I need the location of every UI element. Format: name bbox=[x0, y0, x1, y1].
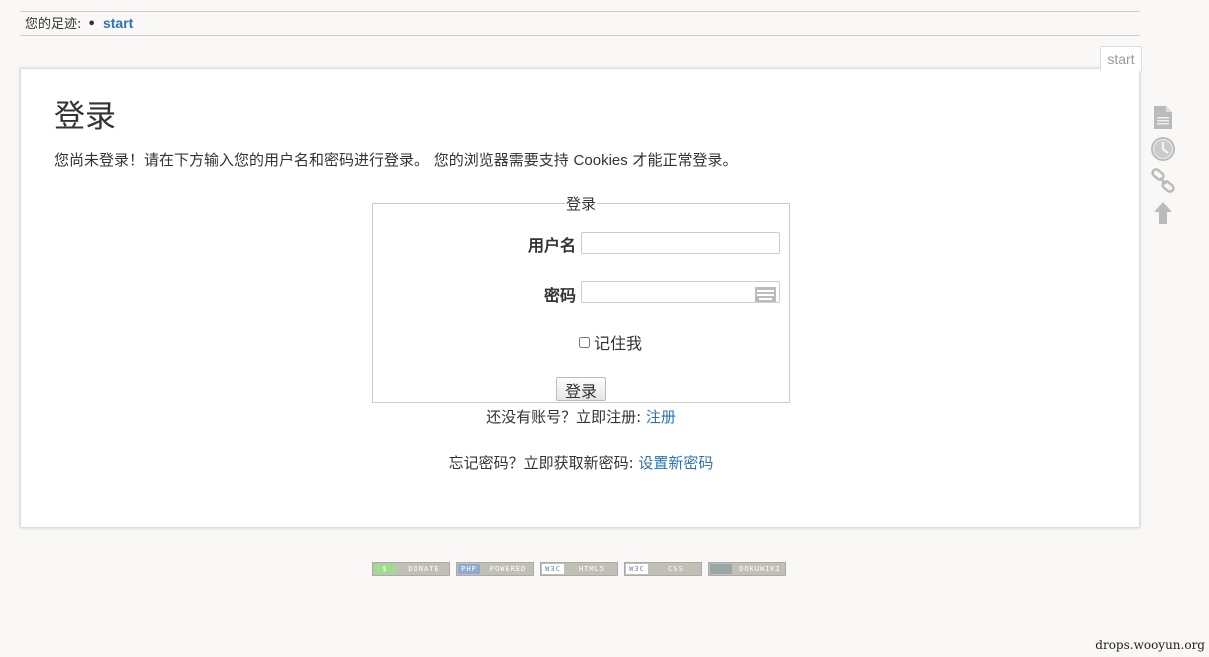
badge-label: CSS bbox=[668, 565, 684, 573]
backlinks-button[interactable] bbox=[1150, 168, 1176, 196]
arrow-up-icon bbox=[1154, 202, 1172, 224]
link-icon bbox=[1151, 168, 1175, 193]
page-content: 登录 您尚未登录！请在下方输入您的用户名和密码进行登录。 您的浏览器需要支持 C… bbox=[20, 68, 1140, 528]
clock-icon bbox=[1151, 137, 1175, 161]
dokuwiki-logo-icon bbox=[710, 564, 732, 574]
login-form: 登录 用户名 密码 记住我 登录 bbox=[372, 193, 790, 403]
intro-before: 您尚未登录！请在下方输入您的用户名和密码进行登录。 您的浏览器需要支持 bbox=[54, 151, 574, 169]
watermark: drops.wooyun.org bbox=[1095, 638, 1205, 652]
breadcrumb-link-start[interactable]: start bbox=[103, 15, 133, 31]
page-title: 登录 bbox=[54, 99, 116, 135]
donate-badge[interactable]: $ DONATE bbox=[372, 562, 450, 576]
badge-label: DONATE bbox=[408, 565, 440, 573]
html5-badge[interactable]: W3C HTML5 bbox=[540, 562, 618, 576]
breadcrumb-separator: • bbox=[87, 17, 96, 32]
document-icon bbox=[1154, 106, 1172, 129]
password-label: 密码 bbox=[543, 286, 576, 305]
css-badge[interactable]: W3C CSS bbox=[624, 562, 702, 576]
w3c-icon: W3C bbox=[626, 564, 648, 574]
w3c-icon: W3C bbox=[542, 564, 564, 574]
intro-text: 您尚未登录！请在下方输入您的用户名和密码进行登录。 您的浏览器需要支持 Cook… bbox=[54, 149, 738, 170]
php-badge[interactable]: PHP POWERED bbox=[456, 562, 534, 576]
badge-label: DOKUWIKI bbox=[739, 565, 781, 573]
page-id-tab: start bbox=[1100, 46, 1142, 71]
reset-text: 忘记密码？立即获取新密码: bbox=[448, 454, 639, 472]
register-link[interactable]: 注册 bbox=[646, 408, 676, 426]
reset-password-link[interactable]: 设置新密码 bbox=[638, 454, 713, 472]
register-line: 还没有账号？立即注册: 注册 bbox=[21, 406, 1141, 427]
intro-after: 才能正常登录。 bbox=[627, 151, 738, 169]
intro-cookies: Cookies bbox=[573, 152, 628, 169]
username-label: 用户名 bbox=[527, 236, 576, 255]
badge-label: POWERED bbox=[489, 565, 527, 573]
breadcrumb-label: 您的足迹: bbox=[25, 17, 82, 32]
back-to-top-button[interactable] bbox=[1150, 200, 1176, 228]
reset-password-line: 忘记密码？立即获取新密码: 设置新密码 bbox=[21, 452, 1141, 473]
badge-label: HTML5 bbox=[578, 565, 606, 573]
register-text: 还没有账号？立即注册: bbox=[486, 408, 646, 426]
php-icon: PHP bbox=[458, 564, 480, 574]
dollar-icon: $ bbox=[374, 564, 396, 574]
show-page-button[interactable] bbox=[1150, 104, 1176, 132]
breadcrumb: 您的足迹: • start bbox=[20, 11, 1140, 36]
password-input[interactable] bbox=[581, 281, 780, 303]
dokuwiki-badge[interactable]: DOKUWIKI bbox=[708, 562, 786, 576]
username-input[interactable] bbox=[581, 232, 780, 254]
old-revisions-button[interactable] bbox=[1150, 136, 1176, 164]
login-button[interactable]: 登录 bbox=[556, 377, 606, 401]
keyboard-icon[interactable] bbox=[755, 287, 776, 302]
login-form-legend: 登录 bbox=[565, 195, 596, 213]
remember-label: 记住我 bbox=[594, 334, 643, 353]
remember-me[interactable]: 记住我 bbox=[579, 330, 642, 354]
remember-checkbox[interactable] bbox=[579, 337, 590, 348]
